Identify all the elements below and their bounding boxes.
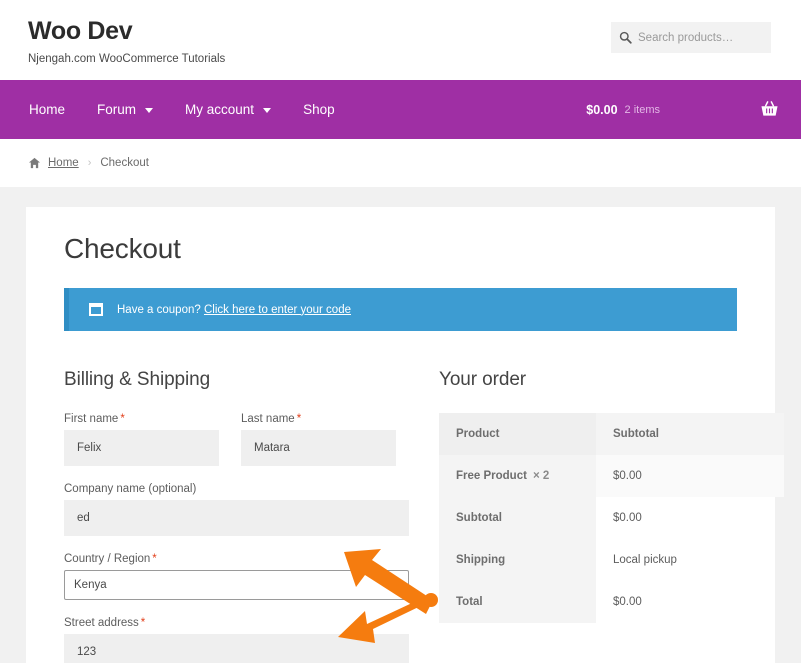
table-row: Shipping Local pickup [439,539,784,581]
cart-item-count: 2 items [624,103,660,116]
first-name-label: First name * [64,413,219,425]
country-region-select[interactable]: Kenya [64,570,409,600]
coupon-notice[interactable]: Have a coupon? Click here to enter your … [64,288,737,331]
breadcrumb-current: Checkout [100,157,149,169]
street-address-label-text: Street address [64,617,139,629]
required-marker: * [296,413,302,425]
page-title: Checkout [64,233,181,264]
shopping-basket-icon[interactable] [760,101,779,118]
column-header-subtotal: Subtotal [613,428,659,440]
coupon-prompt: Have a coupon? [117,303,201,316]
site-title: Woo Dev [28,17,133,45]
order-column: Your order Product Subtotal Free Product… [439,369,784,663]
nav-item-forum[interactable]: Forum [81,102,169,117]
last-name-input[interactable] [241,430,396,466]
breadcrumb-separator: › [87,157,92,169]
country-region-label-text: Country / Region [64,553,151,565]
nav-item-shop[interactable]: Shop [287,102,351,117]
page-stage: Woo Dev Njengah.com WooCommerce Tutorial… [0,0,801,663]
page-wrapper: Checkout Have a coupon? Click here to en… [0,187,801,663]
billing-column: Billing & Shipping First name* Last name… [64,369,409,663]
nav-item-home[interactable]: Home [24,102,81,117]
order-total-label: Total [439,581,596,623]
order-heading: Your order [439,369,527,390]
order-subtotal-label: Subtotal [439,497,596,539]
order-shipping-value: Local pickup [613,554,677,566]
site-header: Woo Dev Njengah.com WooCommerce Tutorial… [0,0,801,80]
last-name-label: Last name * [241,413,396,425]
first-name-label-text: First name [64,413,119,425]
site-branding[interactable]: Woo Dev Njengah.com WooCommerce Tutorial… [28,17,226,66]
product-search-box[interactable] [611,22,771,53]
required-marker: * [152,553,157,565]
breadcrumb: Home › Checkout [0,139,801,187]
main-navigation: Home Forum My account Shop $0.00 2 items [0,80,801,139]
chevron-down-icon [263,108,272,113]
table-row: Total $0.00 [439,581,784,623]
column-header-product: Product [439,413,596,455]
table-row: Free Product × 2 $0.00 [439,455,784,497]
home-icon[interactable] [28,157,41,169]
nav-item-my-account[interactable]: My account [169,102,287,117]
checkout-content-card: Checkout Have a coupon? Click here to en… [26,207,784,663]
table-row: Subtotal $0.00 [439,497,784,539]
coupon-ticket-icon [89,303,103,316]
company-name-label: Company name (optional) [64,483,197,495]
coupon-toggle-link[interactable]: Click here to enter your code [204,304,351,316]
country-region-selected-value: Kenya [74,579,107,591]
name-row: First name* Last name* [64,413,409,483]
order-subtotal-value: $0.00 [613,512,642,524]
company-name-input[interactable] [64,500,409,536]
search-input[interactable] [638,31,763,44]
field-country-region: Country / Region * Kenya [64,553,409,600]
field-street-address: Street address * [64,617,409,663]
nav-item-label: Shop [303,102,335,117]
order-shipping-label: Shipping [439,539,596,581]
cart-total-amount: $0.00 [586,102,618,117]
product-quantity: × 2 [532,470,550,482]
order-total-value: $0.00 [613,596,642,608]
nav-item-list: Home Forum My account Shop [0,102,351,117]
field-last-name: Last name * [241,413,396,466]
last-name-label-text: Last name [241,413,295,425]
billing-heading: Billing & Shipping [64,369,211,390]
nav-item-label: Forum [97,102,137,117]
nav-item-label: My account [185,102,255,117]
street-address-label: Street address * [64,617,409,629]
street-address-input[interactable] [64,634,409,663]
site-tagline: Njengah.com WooCommerce Tutorials [28,52,226,65]
chevron-down-icon [145,108,154,113]
required-marker: * [120,413,125,425]
search-icon [619,31,632,44]
order-line-subtotal: $0.00 [613,470,642,482]
field-first-name: First name * [64,413,219,466]
required-marker: * [140,617,146,629]
chevron-down-icon [394,583,400,587]
coupon-text: Have a coupon? Click here to enter your … [117,304,351,316]
table-header-row: Product Subtotal [439,413,784,455]
order-table-head: Product Subtotal [439,413,784,455]
order-review-table: Product Subtotal Free Product × 2 $0.00 [439,413,784,623]
cart-summary[interactable]: $0.00 2 items [586,80,779,139]
nav-item-label: Home [29,102,66,117]
country-region-label: Country / Region * [64,553,409,565]
checkout-columns: Billing & Shipping First name* Last name… [64,369,784,663]
order-table-body: Free Product × 2 $0.00 Subtotal $0.00 Shi… [439,455,784,623]
breadcrumb-link-home[interactable]: Home [48,157,79,169]
field-company-name: Company name (optional) [64,483,409,536]
order-line-product: Free Product × 2 [439,455,596,497]
product-name: Free Product [456,470,527,482]
first-name-input[interactable] [64,430,219,466]
